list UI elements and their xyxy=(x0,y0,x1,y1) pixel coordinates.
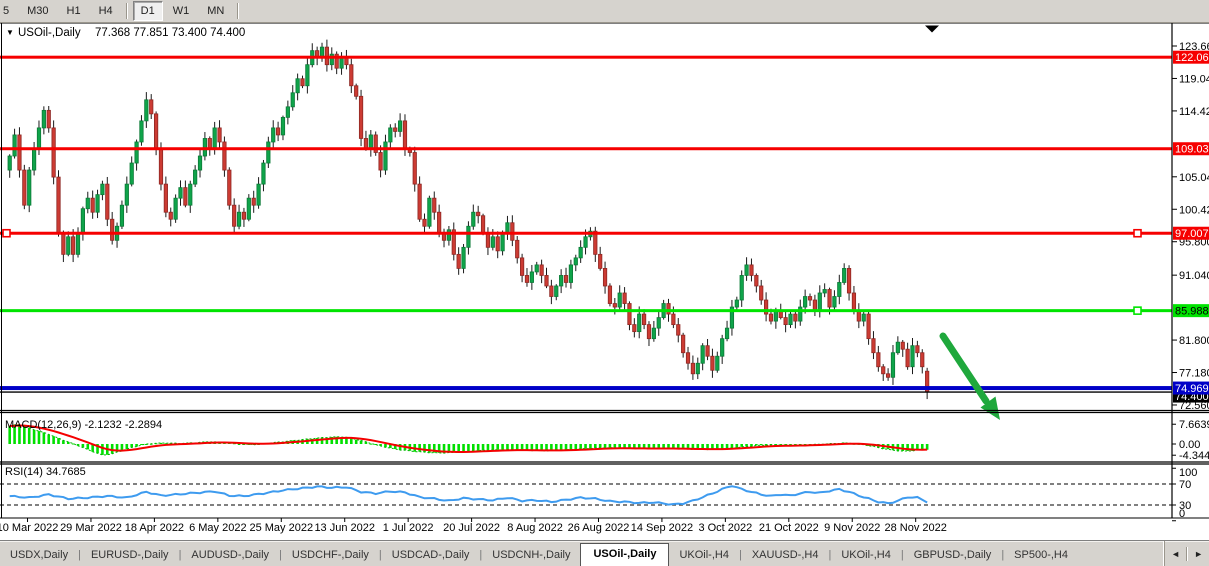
timeframe-button-d1[interactable]: D1 xyxy=(133,1,163,21)
date-label: 9 Nov 2022 xyxy=(824,522,880,534)
timeframe-button-m30[interactable]: M30 xyxy=(19,1,56,21)
chart-symbol-dropdown-icon[interactable]: ▼ xyxy=(6,28,14,37)
date-label: 13 Jun 2022 xyxy=(314,522,375,534)
symbol-tab-usdchf-daily[interactable]: USDCHF-,Daily xyxy=(282,545,379,566)
price-tick-label: 91.040 xyxy=(1179,270,1209,282)
price-tick-label: 105.040 xyxy=(1179,172,1209,184)
timeframe-button-mn[interactable]: MN xyxy=(199,1,232,21)
chart-area[interactable]: 123.660119.040114.420105.040100.42095.80… xyxy=(0,23,1209,537)
level-line-122.066[interactable] xyxy=(0,56,1172,59)
level-badge-122.066-text: 122.066 xyxy=(1175,52,1209,64)
level-handle-97.007[interactable] xyxy=(1134,230,1141,237)
macd-indicator-label: MACD(12,26,9) -2.1232 -2.2894 xyxy=(5,419,162,431)
symbol-tab-usoil-daily[interactable]: USOil-,Daily xyxy=(580,543,669,566)
toolbar-separator xyxy=(237,3,239,19)
level-line-74.969[interactable] xyxy=(0,386,1172,390)
macd-axis-label: 0.00 xyxy=(1179,439,1200,451)
date-label: 10 Mar 2022 xyxy=(0,522,58,534)
symbol-tab-ukoil-h4[interactable]: UKOil-,H4 xyxy=(831,545,901,566)
level-badge-74.969-text: 74.969 xyxy=(1175,383,1209,395)
tab-scroll-left-icon[interactable]: ◄ xyxy=(1165,549,1186,559)
date-label: 14 Sep 2022 xyxy=(631,522,693,534)
price-tick-label: 81.800 xyxy=(1179,335,1209,347)
chart-title-symbol: USOil-,Daily xyxy=(18,27,81,39)
date-label: 6 May 2022 xyxy=(189,522,246,534)
rsi-axis-label: 0 xyxy=(1179,508,1185,520)
date-label: 29 Mar 2022 xyxy=(60,522,122,534)
symbol-tab-usdcad-daily[interactable]: USDCAD-,Daily xyxy=(382,545,480,566)
price-tick-label: 100.420 xyxy=(1179,204,1209,216)
symbol-tabbar: USDX,Daily|EURUSD-,Daily|AUDUSD-,Daily|U… xyxy=(0,540,1209,566)
level-line-97.007[interactable] xyxy=(0,232,1172,235)
date-label: 8 Aug 2022 xyxy=(507,522,563,534)
symbol-tab-gbpusd-daily[interactable]: GBPUSD-,Daily xyxy=(904,545,1002,566)
tab-scroll-right-icon[interactable]: ► xyxy=(1188,549,1209,559)
timeframe-button-5[interactable]: 5 xyxy=(0,1,17,21)
toolbar-separator xyxy=(126,3,128,19)
trading-terminal-window: 5M30H1H4D1W1MN 123.660119.040114.420105.… xyxy=(0,0,1209,565)
macd-axis-label: 7.6639 xyxy=(1179,419,1209,431)
level-line-85.988[interactable] xyxy=(0,309,1172,312)
rsi-axis-label: 70 xyxy=(1179,479,1191,491)
price-chart-canvas[interactable]: 123.660119.040114.420105.040100.42095.80… xyxy=(0,23,1209,537)
rsi-indicator-label: RSI(14) 34.7685 xyxy=(5,466,86,478)
level-handle-85.988[interactable] xyxy=(1134,307,1141,314)
level-badge-85.988-text: 85.988 xyxy=(1175,306,1209,318)
date-label: 28 Nov 2022 xyxy=(884,522,946,534)
symbol-tab-audusd-daily[interactable]: AUDUSD-,Daily xyxy=(181,545,279,566)
price-tick-label: 119.040 xyxy=(1179,73,1209,85)
symbol-tab-ukoil-h4[interactable]: UKOil-,H4 xyxy=(669,545,739,566)
price-tick-label: 114.420 xyxy=(1179,106,1209,118)
date-label: 3 Oct 2022 xyxy=(698,522,752,534)
level-badge-109.036-text: 109.036 xyxy=(1175,144,1209,156)
timeframe-button-h1[interactable]: H1 xyxy=(59,1,89,21)
date-label: 25 May 2022 xyxy=(249,522,313,534)
timeframe-button-h4[interactable]: H4 xyxy=(91,1,121,21)
price-tick-label: 77.180 xyxy=(1179,368,1209,380)
symbol-tab-usdcnh-daily[interactable]: USDCNH-,Daily xyxy=(482,545,580,566)
chart-title-ohlc: 77.368 77.851 73.400 74.400 xyxy=(95,27,245,39)
level-handle-97.007[interactable] xyxy=(3,230,10,237)
symbol-tab-sp500-h4[interactable]: SP500-,H4 xyxy=(1004,545,1078,566)
macd-axis-label: -4.3444 xyxy=(1179,450,1209,462)
symbol-tab-xauusd-h4[interactable]: XAUUSD-,H4 xyxy=(742,545,829,566)
timeframe-toolbar: 5M30H1H4 D1W1MN xyxy=(0,0,1209,23)
date-label: 21 Oct 2022 xyxy=(759,522,819,534)
date-label: 26 Aug 2022 xyxy=(568,522,630,534)
level-line-109.036[interactable] xyxy=(0,147,1172,150)
rsi-axis-label: 100 xyxy=(1179,467,1197,479)
date-label: 20 Jul 2022 xyxy=(443,522,500,534)
symbol-tab-eurusd-daily[interactable]: EURUSD-,Daily xyxy=(81,545,179,566)
date-label: 18 Apr 2022 xyxy=(125,522,184,534)
level-badge-97.007-text: 97.007 xyxy=(1175,228,1209,240)
tab-scroll-controls: ◄► xyxy=(1164,541,1209,566)
symbol-tab-usdx-daily[interactable]: USDX,Daily xyxy=(0,545,78,566)
date-label: 1 Jul 2022 xyxy=(383,522,434,534)
timeframe-button-w1[interactable]: W1 xyxy=(165,1,198,21)
